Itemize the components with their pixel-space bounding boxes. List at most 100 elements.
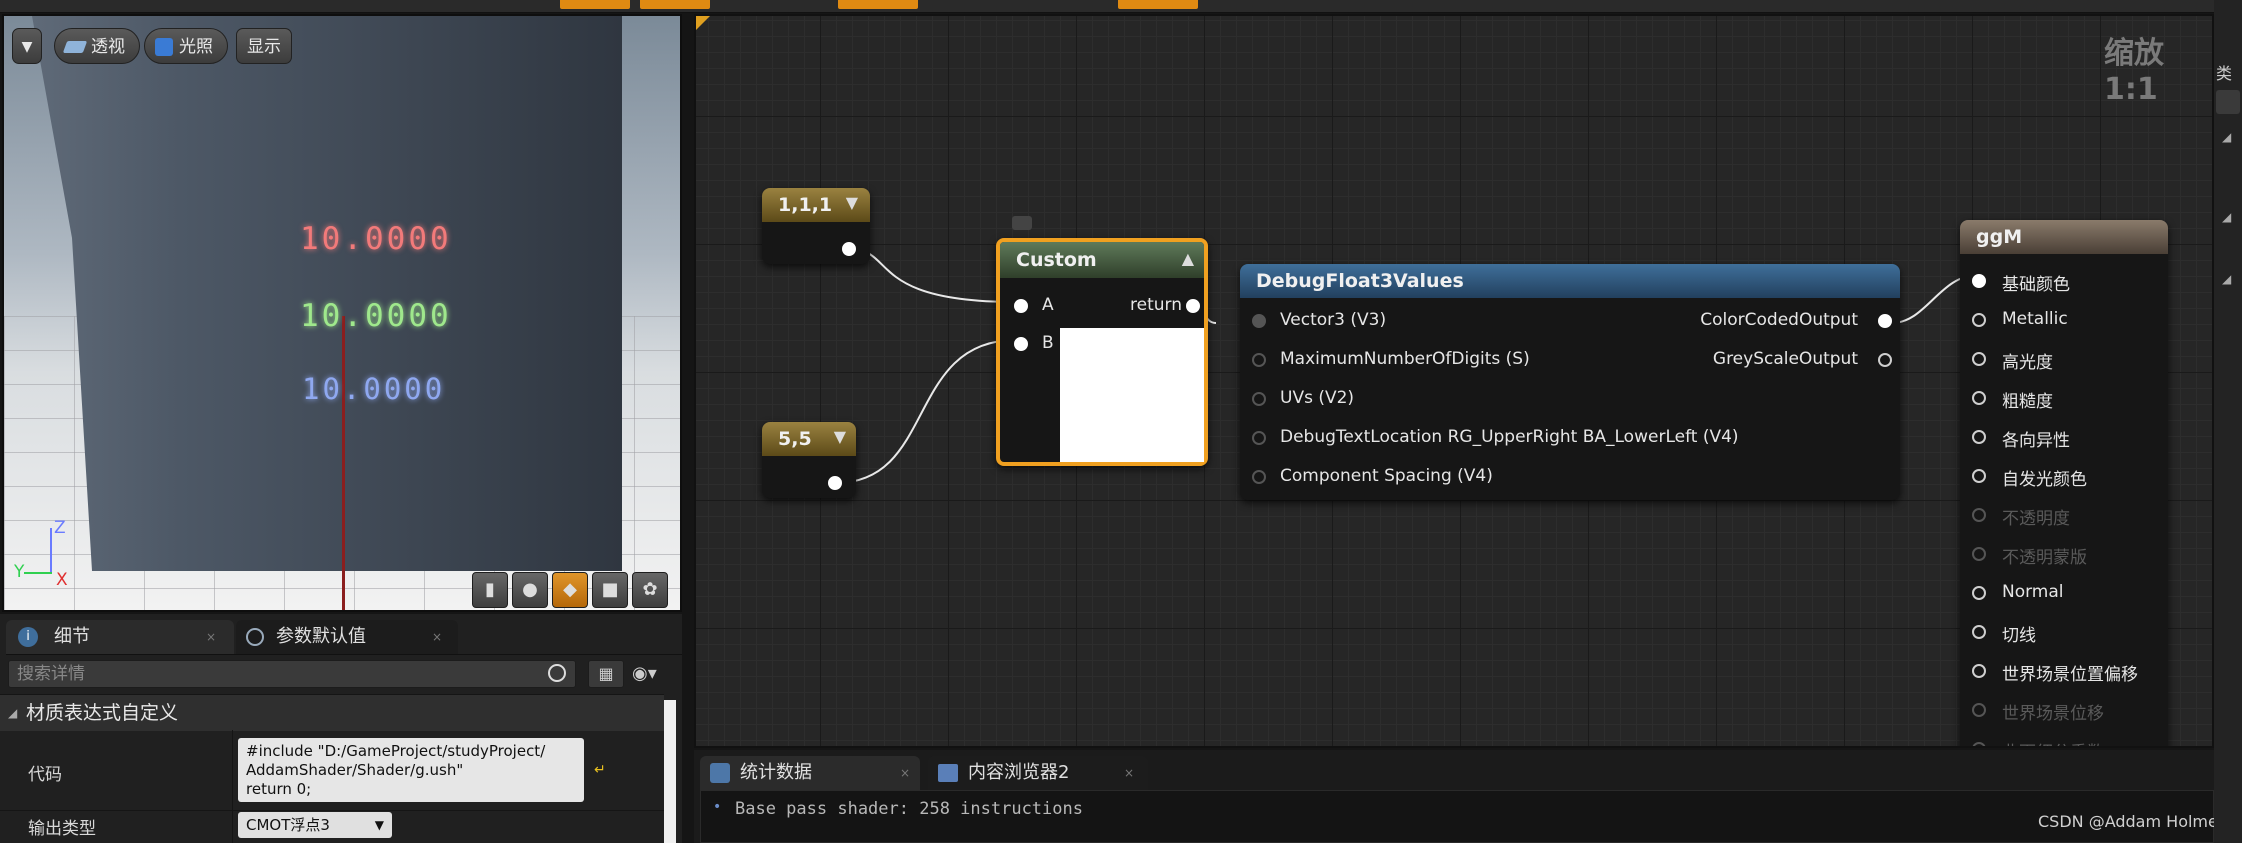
input-pin-uvs[interactable]: [1252, 392, 1266, 406]
material-input-pin[interactable]: [1972, 430, 1986, 444]
close-icon[interactable]: ×: [900, 756, 910, 790]
watermark-credit: CSDN @Addam Holmes: [2038, 812, 2227, 831]
preview-mesh-button[interactable]: ✿: [632, 572, 668, 608]
material-input-pin[interactable]: [1972, 664, 1986, 678]
toolbar-highlight[interactable]: [640, 0, 710, 9]
material-input-pin[interactable]: [1972, 547, 1986, 561]
input-pin-text-location[interactable]: [1252, 431, 1266, 445]
output-pin[interactable]: [828, 476, 842, 490]
output-type-select[interactable]: CMOT浮点3 ▼: [238, 812, 392, 838]
material-result-node[interactable]: ggM 基础颜色 Metallic 高光度 粗糙度 各向异性 自发光颜色 不透明度 不透明蒙版…: [1960, 220, 2168, 746]
perspective-button[interactable]: 透视: [54, 28, 140, 64]
preview-cube-button[interactable]: ■: [592, 572, 628, 608]
perspective-label: 透视: [91, 37, 125, 57]
material-input-label: 不透明蒙版: [2002, 548, 2087, 568]
material-input-pin[interactable]: [1972, 391, 1986, 405]
collapse-arrow-icon[interactable]: ▼: [834, 427, 846, 446]
close-icon[interactable]: ×: [206, 620, 216, 654]
material-input-pin[interactable]: [1972, 703, 1986, 717]
column-divider: [232, 730, 233, 843]
comment-bubble-icon[interactable]: [1012, 216, 1032, 230]
output-pin-greyscale[interactable]: [1878, 353, 1892, 367]
node-header: DebugFloat3Values: [1240, 264, 1900, 298]
scrollbar[interactable]: [664, 700, 676, 843]
input-pin-max-digits[interactable]: [1252, 353, 1266, 367]
material-input-label: Normal: [2002, 582, 2064, 602]
material-input-pin[interactable]: [1972, 274, 1986, 288]
constant2vector-node[interactable]: 5,5 ▼: [762, 422, 856, 498]
node-title: 5,5: [778, 428, 812, 450]
y-axis-gizmo: [24, 572, 52, 574]
tab-content-browser[interactable]: 内容浏览器2 ×: [928, 756, 1148, 790]
chevron-icon[interactable]: ◢: [2222, 210, 2231, 224]
tab-parameter-defaults[interactable]: 参数默认值 ×: [236, 620, 458, 654]
stats-line: Base pass shader: 258 instructions: [735, 799, 1083, 819]
constant3vector-node[interactable]: 1,1,1 ▼: [762, 188, 870, 264]
tab-details[interactable]: i 细节 ×: [6, 620, 234, 654]
visibility-filter-button[interactable]: ◉▾: [632, 662, 678, 686]
material-input-pin[interactable]: [1972, 586, 1986, 600]
debugfloat3values-node[interactable]: DebugFloat3Values Vector3 (V3) MaximumNu…: [1240, 264, 1900, 500]
reset-to-default-icon[interactable]: ↵: [594, 762, 606, 778]
chevron-icon[interactable]: ◢: [2222, 272, 2231, 286]
material-input-label: 曲面细分乘数: [2002, 738, 2104, 746]
input-pin-a[interactable]: [1014, 299, 1028, 313]
material-graph-canvas[interactable]: 缩放1:1 材质 1,1,1 ▼ 5,5 ▼ Custom ▲ A B retu: [694, 14, 2214, 748]
input-pin-b[interactable]: [1014, 337, 1028, 351]
input-label: MaximumNumberOfDigits (S): [1280, 349, 1530, 369]
input-label: Component Spacing (V4): [1280, 466, 1493, 486]
input-pin-vector3[interactable]: [1252, 314, 1266, 328]
close-icon[interactable]: ×: [432, 620, 442, 654]
input-pin-component-spacing[interactable]: [1252, 470, 1266, 484]
palette-input[interactable]: [2216, 90, 2240, 114]
lit-mode-button[interactable]: 光照: [144, 28, 228, 64]
output-pin-return[interactable]: [1186, 299, 1200, 313]
wire: [849, 248, 1017, 303]
material-input-pin[interactable]: [1972, 742, 1986, 746]
cube-icon: ■: [601, 579, 619, 600]
grid-icon: ▦: [598, 664, 614, 683]
section-header[interactable]: ◢ 材质表达式自定义: [0, 694, 664, 731]
material-input-pin[interactable]: [1972, 625, 1986, 639]
node-header: Custom ▲: [1000, 242, 1204, 278]
collapse-arrow-icon[interactable]: ▼: [846, 193, 858, 212]
lit-cube-icon: [155, 38, 173, 56]
material-input-pin[interactable]: [1972, 313, 1986, 327]
preview-sphere-button[interactable]: ●: [512, 572, 548, 608]
node-title: 1,1,1: [778, 194, 833, 216]
custom-node[interactable]: Custom ▲ A B return: [996, 238, 1208, 466]
node-header: 1,1,1 ▼: [762, 188, 870, 222]
material-input-pin[interactable]: [1972, 469, 1986, 483]
material-input-pin[interactable]: [1972, 508, 1986, 522]
material-preview-viewport[interactable]: 10.0000 10.0000 10.0000 ▼ 透视 光照 显示 Z Y X…: [2, 14, 682, 612]
toolbar-highlight[interactable]: [838, 0, 918, 9]
input-label: DebugTextLocation RG_UpperRight BA_Lower…: [1280, 427, 1739, 447]
search-details-input[interactable]: 搜索详情: [8, 660, 576, 688]
code-textarea[interactable]: #include "D:/GameProject/studyProject/ A…: [238, 738, 584, 802]
code-line: AddamShader/Shader/g.ush": [246, 761, 464, 779]
bottom-panel: 统计数据 × 内容浏览器2 × • Base pass shader: 258 …: [694, 750, 2242, 843]
material-input-label: 粗糙度: [2002, 392, 2053, 412]
view-options-button[interactable]: ▦: [588, 660, 624, 688]
material-input-label: 世界场景位移: [2002, 704, 2104, 724]
chevron-down-icon: ▼: [21, 39, 33, 55]
tab-stats[interactable]: 统计数据 ×: [700, 756, 920, 790]
output-pin-color-coded[interactable]: [1878, 314, 1892, 328]
viewport-options-dropdown[interactable]: ▼: [12, 28, 42, 64]
toolbar-highlight[interactable]: [1118, 0, 1198, 9]
toolbar-highlight[interactable]: [560, 0, 630, 9]
tab-parameter-defaults-label: 参数默认值: [276, 626, 366, 647]
material-input-pin[interactable]: [1972, 352, 1986, 366]
details-panel: i 细节 × 参数默认值 × 搜索详情 ▦ ◉▾ ◢ 材质表达式自定义 代码 #…: [0, 614, 682, 843]
output-type-label: 输出类型: [28, 819, 96, 839]
code-line: return 0;: [246, 780, 312, 798]
collapse-arrow-icon[interactable]: ▲: [1182, 249, 1194, 268]
show-button[interactable]: 显示: [236, 28, 292, 64]
material-input-label: 世界场景位置偏移: [2002, 665, 2138, 685]
lit-mode-label: 光照: [179, 37, 213, 57]
chevron-icon[interactable]: ◢: [2222, 130, 2231, 144]
preview-cylinder-button[interactable]: ▮: [472, 572, 508, 608]
close-icon[interactable]: ×: [1124, 756, 1134, 790]
preview-plane-button[interactable]: ◆: [552, 572, 588, 608]
output-pin[interactable]: [842, 242, 856, 256]
